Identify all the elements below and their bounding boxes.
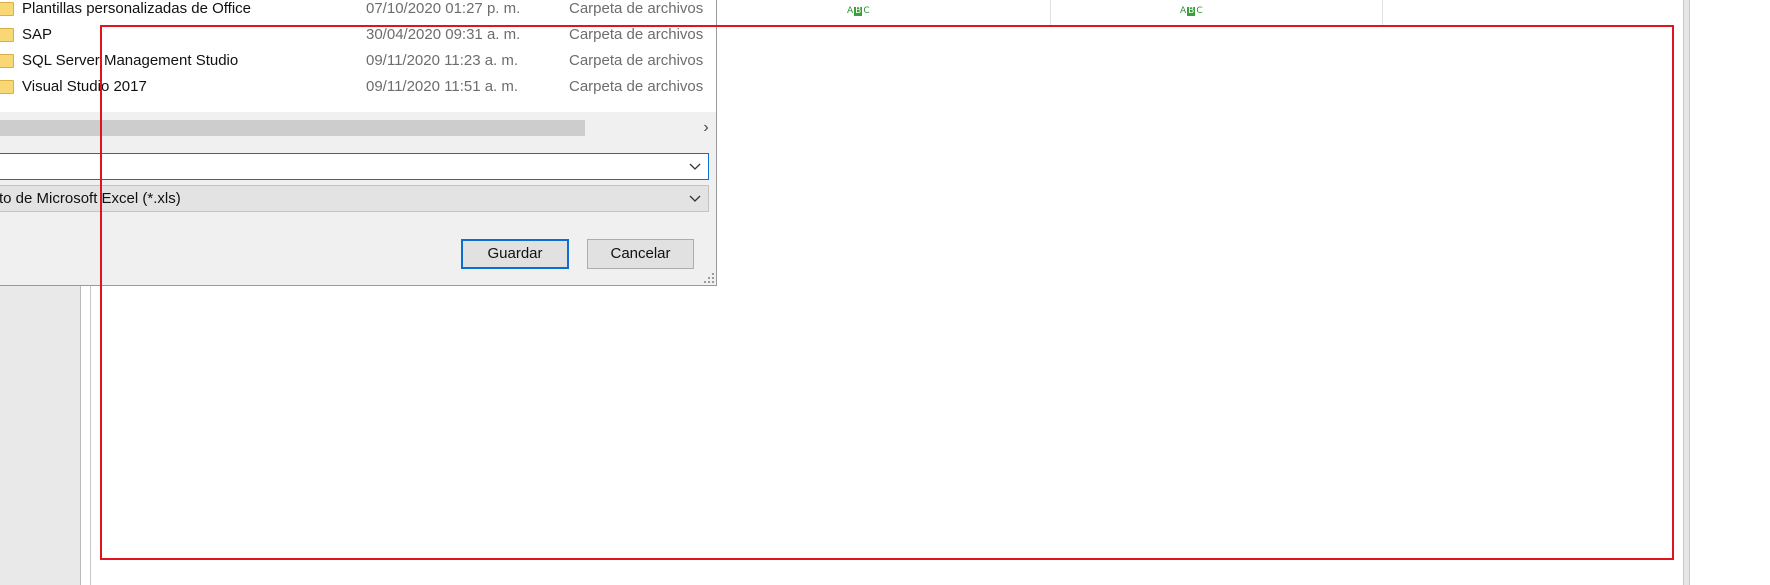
file-name: SQL Server Management Studio	[22, 52, 239, 69]
file-type: Carpeta de archivos	[569, 52, 704, 69]
file-type: Carpeta de archivos	[569, 78, 704, 95]
file-list-item[interactable]: SAP 30/04/2020 09:31 a. m. Carpeta de ar…	[0, 22, 716, 48]
file-list: Plantillas personalizadas de Office 07/1…	[0, 0, 716, 112]
save-as-dialog: Plantillas personalizadas de Office 07/1…	[0, 0, 717, 286]
horizontal-scrollbar[interactable]: ›	[0, 118, 716, 138]
folder-icon	[0, 28, 14, 42]
folder-icon	[0, 54, 14, 68]
file-type: Carpeta de archivos	[569, 0, 704, 17]
file-name: Plantillas personalizadas de Office	[22, 0, 252, 17]
save-button[interactable]: Guardar	[461, 239, 569, 269]
file-list-item[interactable]: Visual Studio 2017 09/11/2020 11:51 a. m…	[0, 74, 716, 100]
file-name: SAP	[22, 26, 53, 43]
folder-icon	[0, 80, 14, 94]
folder-icon	[0, 2, 14, 16]
file-date: 09/11/2020 11:23 a. m.	[366, 52, 519, 69]
file-date: 30/04/2020 09:31 a. m.	[366, 26, 521, 43]
vertical-scrollbar[interactable]	[1683, 0, 1690, 585]
file-date: 07/10/2020 01:27 p. m.	[366, 0, 521, 17]
chevron-down-icon[interactable]	[688, 189, 702, 207]
chevron-down-icon[interactable]	[688, 157, 702, 175]
file-list-item[interactable]: SQL Server Management Studio 09/11/2020 …	[0, 48, 716, 74]
filename-combobox[interactable]	[0, 153, 709, 180]
abc-text-icon: ABC	[1180, 5, 1203, 16]
file-name: Visual Studio 2017	[22, 78, 147, 95]
file-date: 09/11/2020 11:51 a. m.	[366, 78, 519, 95]
save-as-type-value: to de Microsoft Excel (*.xls)	[0, 190, 181, 207]
cancel-button[interactable]: Cancelar	[587, 239, 694, 269]
abc-text-icon: ABC	[847, 5, 870, 16]
scrollbar-thumb[interactable]	[0, 120, 585, 136]
data-grid-header-row: ABC ABC	[717, 0, 1383, 26]
file-type: Carpeta de archivos	[569, 26, 704, 43]
resize-grip-icon[interactable]	[703, 272, 715, 284]
save-as-type-combobox[interactable]: to de Microsoft Excel (*.xls)	[0, 185, 709, 212]
scroll-right-icon[interactable]: ›	[698, 118, 714, 138]
file-list-item[interactable]: Plantillas personalizadas de Office 07/1…	[0, 0, 716, 22]
grid-column-divider	[1050, 0, 1051, 25]
